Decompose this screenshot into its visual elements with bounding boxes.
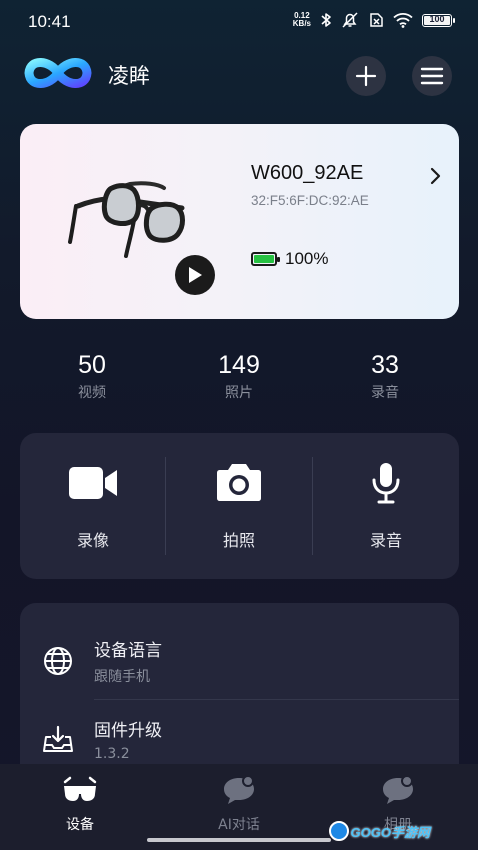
net-speed-unit: KB/s [292,19,311,28]
stat-videos[interactable]: 50 视频 [32,351,152,402]
device-battery: 100% [251,249,328,269]
settings-list: 设备语言 跟随手机 固件升级 1.3.2 [20,603,459,773]
chat-bubble-icon [383,775,413,804]
settings-item-language-title: 设备语言 [94,641,162,661]
wifi-icon [393,13,413,28]
sim-x-icon [370,13,383,27]
tab-ai-chat-label: AI对话 [218,817,260,833]
app-header: 凌眸 [24,52,454,100]
status-time: 10:41 [28,12,71,31]
play-icon [189,267,202,283]
smart-glasses-image [68,181,185,258]
actions-card: 录像 拍照 录音 [20,433,459,579]
bottom-navigation: 设备 AI对话 相册 GOGO手游网 [0,764,478,850]
device-mac-address: 32:F5:6F:DC:92:AE [251,193,369,208]
record-video-button[interactable]: 录像 [20,433,166,579]
device-battery-text: 100% [285,249,329,268]
take-photo-button[interactable]: 拍照 [166,433,312,579]
tab-device-label: 设备 [66,817,94,833]
stat-photos-count: 149 [218,351,260,379]
stat-videos-count: 50 [78,351,106,379]
hamburger-icon [420,67,444,85]
device-name: W600_92AE [251,162,364,184]
record-audio-button[interactable]: 录音 [313,433,459,579]
mute-icon [342,12,358,28]
device-battery-fill [254,255,274,263]
video-camera-icon [67,463,119,503]
settings-item-firmware-version: 1.3.2 [94,746,130,762]
settings-item-language[interactable]: 设备语言 跟随手机 [20,603,459,700]
battery-icon: 100 [422,13,455,27]
glasses-icon [63,776,97,801]
app-title: 凌眸 [108,64,150,88]
stat-recordings-label: 录音 [371,385,399,401]
settings-item-firmware[interactable]: 固件升级 1.3.2 [20,683,459,765]
settings-item-firmware-title: 固件升级 [94,721,162,741]
home-indicator[interactable] [147,838,331,842]
stat-videos-label: 视频 [78,385,106,401]
watermark-logo [328,821,349,841]
watermark: GOGO手游网 [328,820,430,842]
net-speed-indicator: 0.12 KB/s [293,12,311,28]
stat-recordings[interactable]: 33 录音 [325,351,445,402]
record-video-label: 录像 [76,531,109,550]
take-photo-label: 拍照 [222,531,255,550]
battery-level-text: 100 [429,13,445,24]
tab-device[interactable]: 设备 [20,774,140,834]
infinity-logo-icon [24,58,92,88]
status-icons: 0.12 KB/s 100 [293,12,455,28]
stat-photos-label: 照片 [225,385,253,401]
globe-icon [44,647,72,675]
plus-icon [355,65,377,87]
device-card[interactable]: W600_92AE 32:F5:6F:DC:92:AE 100% [20,124,459,319]
chat-bubble-icon [224,775,254,804]
device-battery-icon [251,252,280,266]
download-tray-icon [43,725,73,752]
status-bar: 10:41 0.12 KB/s 100 [0,0,478,44]
chevron-right-icon[interactable] [429,166,443,186]
watermark-text: GOGO手游网 [350,824,430,840]
menu-button[interactable] [412,56,452,96]
add-device-button[interactable] [346,56,386,96]
bluetooth-icon [321,13,331,27]
stat-recordings-count: 33 [371,351,399,379]
camera-icon [213,463,265,503]
microphone-icon [360,463,412,504]
stat-photos[interactable]: 149 照片 [179,351,299,402]
record-audio-label: 录音 [369,531,402,550]
tab-ai-chat[interactable]: AI对话 [179,774,299,834]
play-button[interactable] [175,255,215,295]
